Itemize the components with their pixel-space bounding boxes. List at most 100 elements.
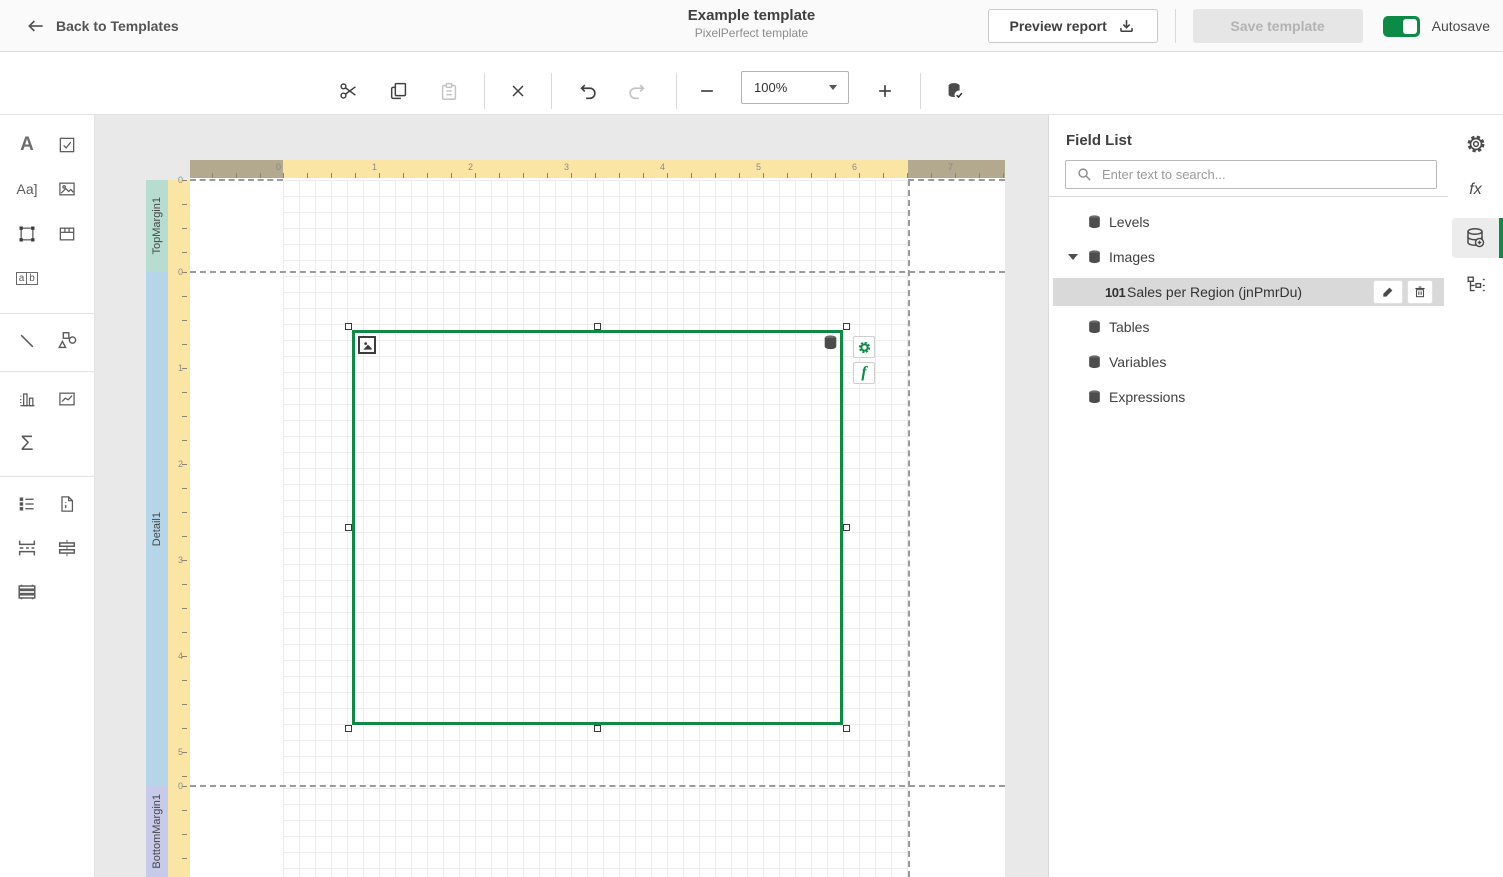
character-comb-tool[interactable]: ab [10, 261, 44, 295]
right-rail: fx [1448, 115, 1503, 877]
horizontal-ruler-number: 6 [845, 162, 857, 172]
rail-field-list-button[interactable] [1448, 218, 1503, 258]
vertical-ruler-ticks [168, 180, 190, 272]
element-settings-button[interactable] [853, 336, 875, 358]
shapes-icon [56, 330, 78, 352]
paste-button [429, 71, 469, 111]
line-tool[interactable] [10, 324, 44, 358]
zoom-level-select[interactable]: 100% [741, 71, 849, 104]
band-name: Detail1 [151, 512, 163, 546]
rail-settings-button[interactable] [1448, 124, 1503, 164]
component-toolbox: A Aa] ab Σ [0, 115, 95, 877]
search-icon [1076, 166, 1093, 183]
toolbox-separator [0, 371, 94, 372]
horizontal-band-tool[interactable] [50, 531, 84, 565]
resize-handle-e[interactable] [843, 524, 850, 531]
tree-item-tables[interactable]: Tables [1049, 313, 1448, 341]
band-label-TopMargin1[interactable]: TopMargin1 [146, 180, 168, 272]
toolbar-separator [484, 73, 485, 109]
fx-icon: fx [1469, 181, 1481, 199]
download-icon [1117, 17, 1136, 36]
tree-item-sales-per-region[interactable]: 101 Sales per Region (jnPmrDu) [1053, 278, 1444, 306]
page-info-tool[interactable] [50, 487, 84, 521]
resize-handle-ne[interactable] [843, 323, 850, 330]
bottom-margin-boundary[interactable] [190, 785, 1005, 787]
autosave-label: Autosave [1432, 18, 1490, 34]
tree-item-expressions[interactable]: Expressions [1049, 383, 1448, 411]
band-label-BottomMargin1[interactable]: BottomMargin1 [146, 786, 168, 877]
toolbar-separator [920, 73, 921, 109]
resize-handle-s[interactable] [594, 725, 601, 732]
copy-button[interactable] [379, 71, 419, 111]
tree-item-variables[interactable]: Variables [1049, 348, 1448, 376]
horizontal-ruler-number: 5 [749, 162, 761, 172]
multi-band-tool[interactable] [10, 575, 44, 609]
resize-handle-w[interactable] [345, 524, 352, 531]
panel-frame-tool[interactable] [10, 217, 44, 251]
rail-formulas-button[interactable]: fx [1448, 170, 1503, 210]
preview-report-button[interactable]: Preview report [988, 9, 1158, 43]
panel-divider [1049, 196, 1448, 197]
rich-list-tool[interactable] [10, 487, 44, 521]
rail-structure-button[interactable] [1448, 265, 1503, 305]
delete-field-button[interactable] [1407, 280, 1433, 304]
richtext-tool[interactable]: Aa] [10, 172, 44, 206]
resize-handle-n[interactable] [594, 323, 601, 330]
band-boundary-dash [908, 179, 1005, 181]
table-icon [57, 224, 77, 244]
checkbox-icon [57, 135, 77, 155]
page-break-tool[interactable] [10, 531, 44, 565]
sparkline-tool[interactable] [50, 382, 84, 416]
selected-image-element[interactable]: f [352, 330, 843, 725]
vertical-ruler-number: 0 [168, 175, 183, 185]
minus-icon [697, 81, 717, 101]
resize-handle-nw[interactable] [345, 323, 352, 330]
top-bar: Back to Templates Example template Pixel… [0, 0, 1503, 52]
field-search-input[interactable] [1065, 160, 1437, 189]
back-arrow-icon [26, 16, 46, 36]
summary-tool[interactable]: Σ [10, 427, 44, 461]
band-name: BottomMargin1 [151, 794, 163, 869]
copy-icon [388, 80, 410, 102]
tree-item-images[interactable]: Images [1049, 243, 1448, 271]
checkbox-tool[interactable] [50, 128, 84, 162]
zoom-in-button[interactable] [865, 71, 905, 111]
redo-button [617, 71, 657, 111]
vertical-ruler-number: 3 [168, 555, 183, 565]
detail-band-boundary[interactable] [190, 271, 1005, 273]
validate-data-button[interactable] [935, 71, 975, 111]
undo-button[interactable] [568, 71, 608, 111]
zoom-out-button[interactable] [687, 71, 727, 111]
vertical-ruler-number: 2 [168, 459, 183, 469]
tree-item-levels[interactable]: Levels [1049, 208, 1448, 236]
cut-button[interactable] [329, 71, 369, 111]
vertical-ruler-number: 0 [168, 267, 183, 277]
delete-button[interactable] [498, 71, 538, 111]
band-label-Detail1[interactable]: Detail1 [146, 272, 168, 786]
picture-icon [57, 179, 77, 199]
shapes-tool[interactable] [50, 324, 84, 358]
table-tool[interactable] [50, 217, 84, 251]
edit-field-button[interactable] [1373, 280, 1403, 304]
collapse-caret-icon[interactable] [1068, 254, 1078, 260]
horizontal-ruler-number: 4 [653, 162, 665, 172]
paste-icon [438, 80, 460, 102]
database-icon [1088, 320, 1101, 334]
autosave-toggle[interactable] [1383, 16, 1420, 37]
label-tool[interactable]: A [10, 128, 44, 162]
formula-icon: f [861, 364, 866, 382]
chart-tool[interactable] [10, 382, 44, 416]
page-info-icon [57, 494, 77, 514]
vertical-ruler-number: 1 [168, 363, 183, 373]
sigma-icon: Σ [21, 432, 34, 456]
vertical-ruler-ticks [168, 786, 190, 877]
element-formula-button[interactable]: f [853, 362, 875, 384]
design-canvas[interactable]: f TopMargin10Detail1012345BottomMargin10… [95, 115, 1048, 877]
resize-handle-se[interactable] [843, 725, 850, 732]
back-to-templates-button[interactable]: Back to Templates [26, 16, 179, 36]
resize-handle-sw[interactable] [345, 725, 352, 732]
picture-tool[interactable] [50, 172, 84, 206]
field-label: Sales per Region (jnPmrDu) [1127, 284, 1302, 300]
edit-toolbar: 100% [0, 52, 1503, 115]
band-split-icon [56, 537, 78, 559]
